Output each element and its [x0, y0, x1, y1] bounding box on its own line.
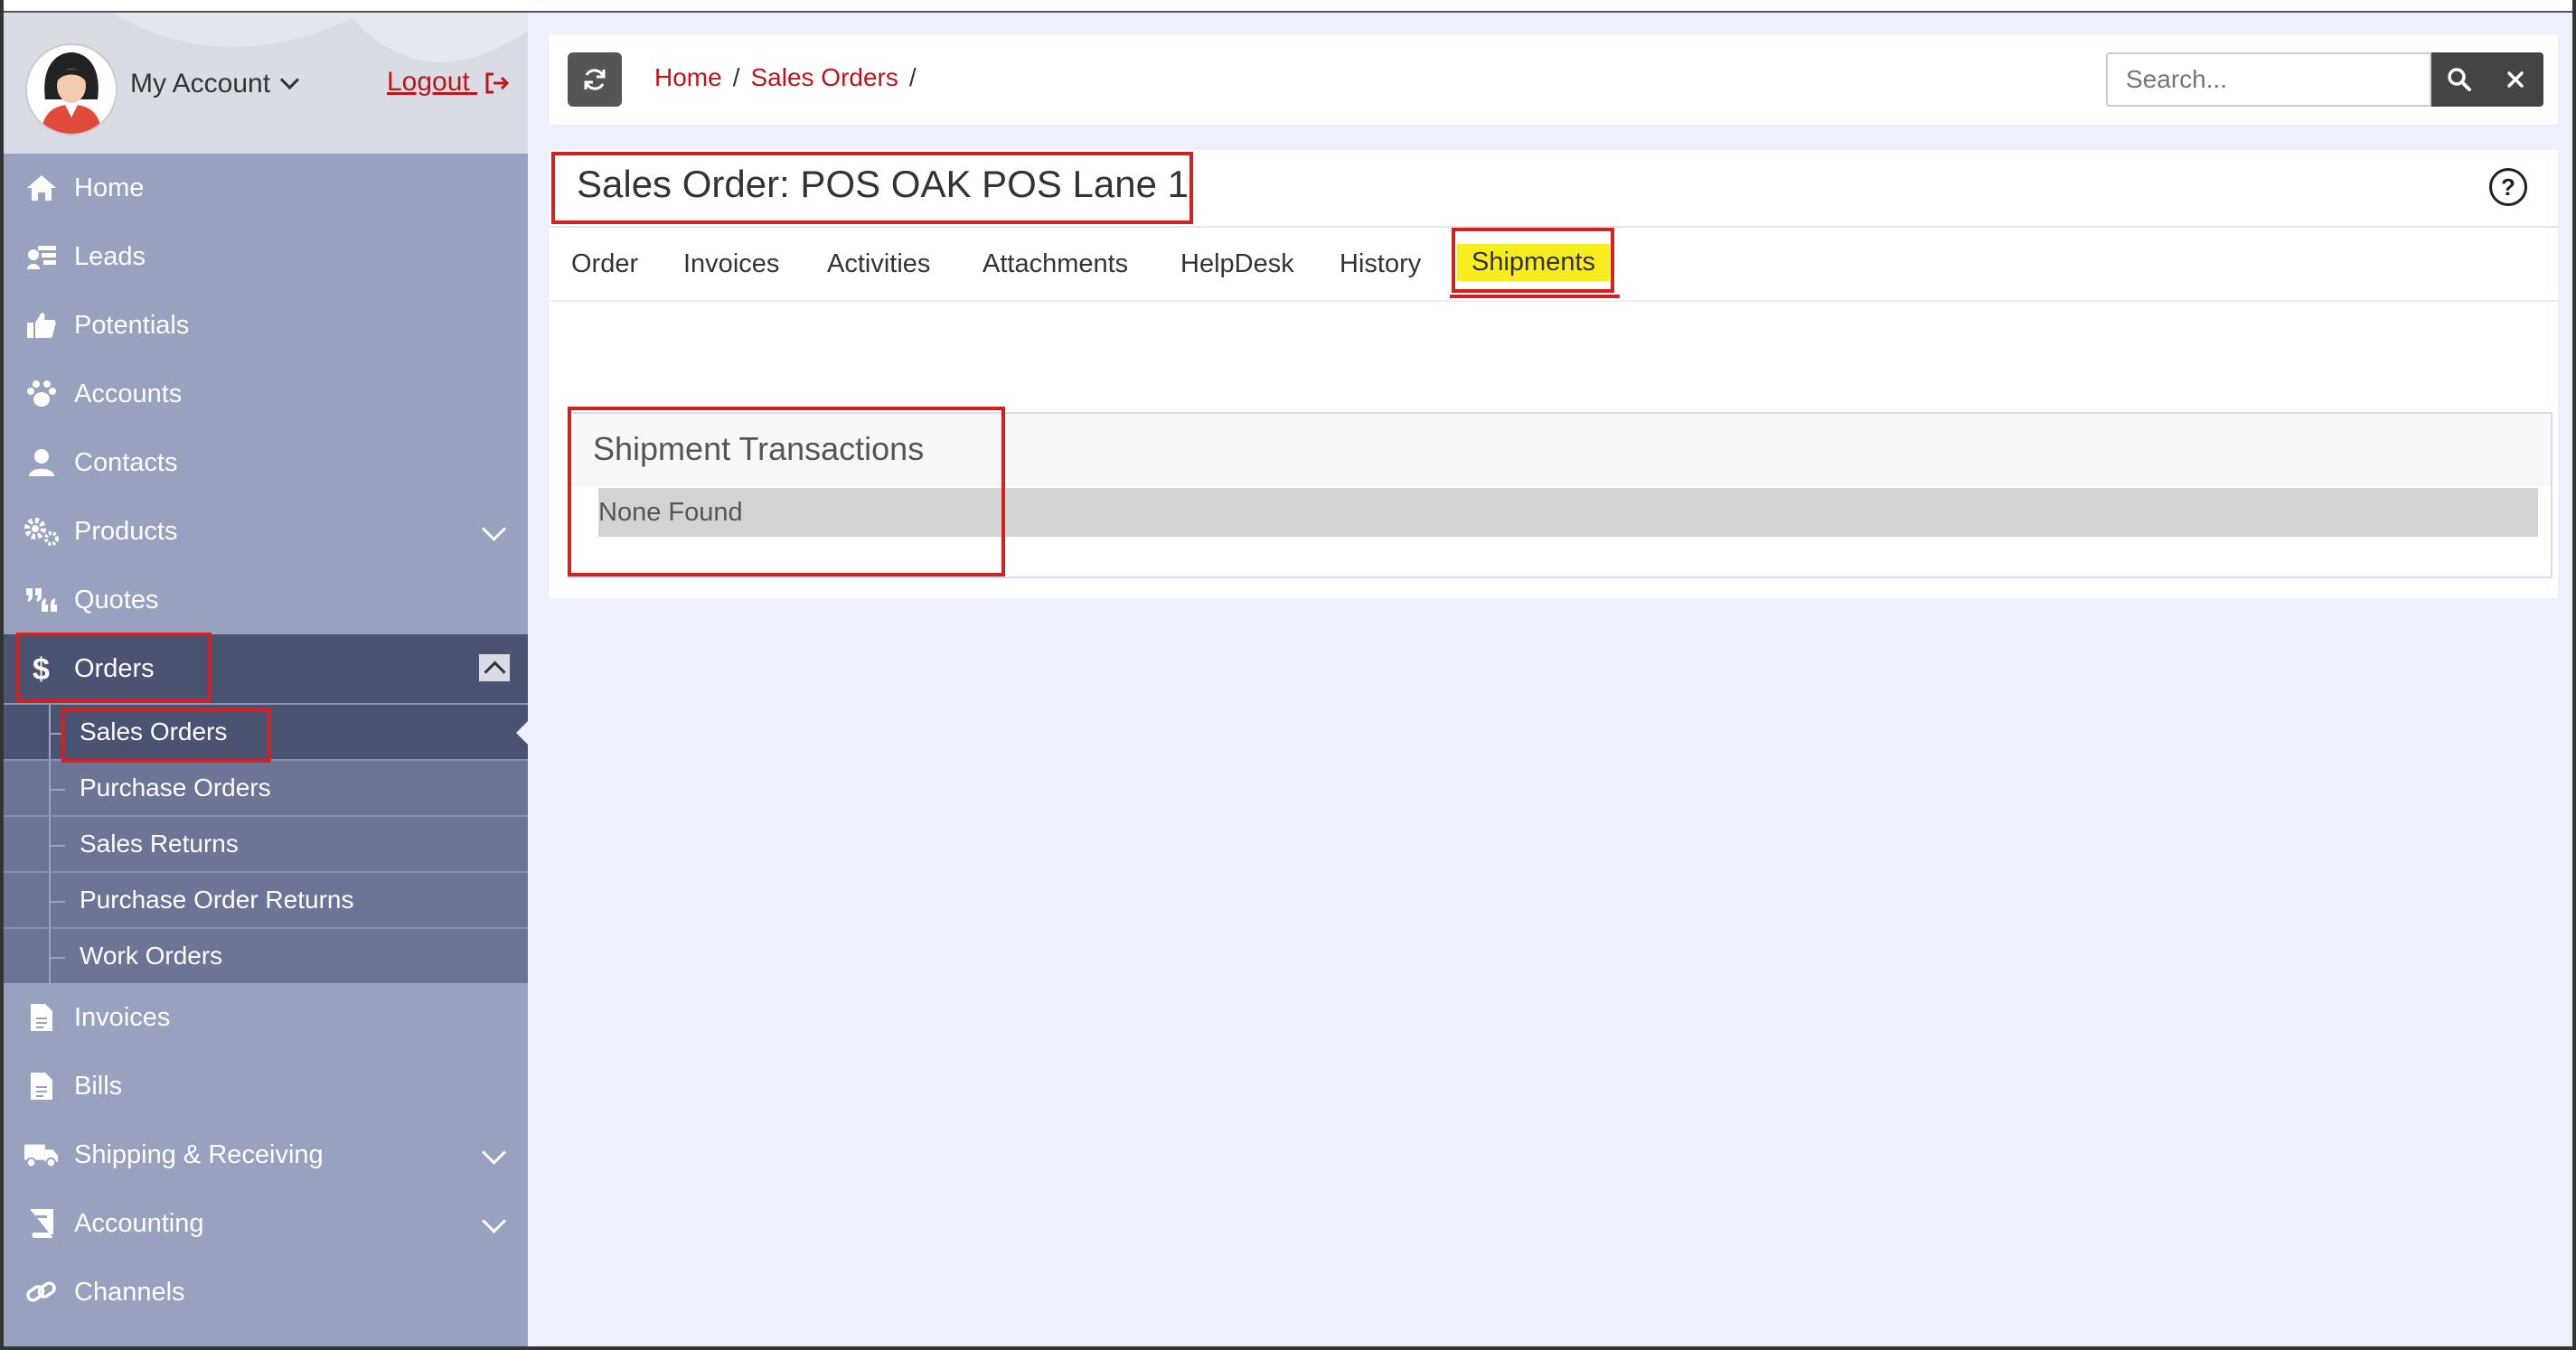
top-bar: Home / Sales Orders /: [550, 34, 2558, 125]
sidebar-item-label: Invoices: [74, 1002, 171, 1032]
sidebar-item-accounts[interactable]: Accounts: [4, 360, 528, 428]
sidebar-subitem-label: Purchase Order Returns: [80, 886, 354, 914]
sidebar-item-bills[interactable]: Bills: [4, 1052, 528, 1120]
paw-icon: [24, 380, 60, 408]
tab-activities[interactable]: Activities: [827, 249, 930, 279]
close-icon: [2507, 71, 2524, 88]
sidebar-item-invoices[interactable]: Invoices: [4, 983, 528, 1052]
sidebar-item-contacts[interactable]: Contacts: [4, 428, 528, 497]
logout-icon: [485, 72, 510, 94]
thumbs-up-icon: [24, 311, 60, 340]
active-tab-underline: [1450, 295, 1620, 298]
highlight-sales-orders: [61, 708, 271, 763]
tab-history[interactable]: History: [1340, 249, 1421, 279]
breadcrumb: Home / Sales Orders /: [654, 63, 917, 91]
sidebar-subitem-purchase-orders[interactable]: Purchase Orders: [4, 759, 528, 815]
tabs-divider: [550, 300, 2558, 302]
sidebar-item-channels[interactable]: Channels: [4, 1258, 528, 1327]
truck-icon: [24, 1140, 60, 1169]
user-icon: [24, 448, 60, 477]
sidebar-subitem-label: Sales Returns: [80, 830, 239, 858]
gears-icon: [24, 517, 60, 546]
avatar[interactable]: [25, 43, 118, 136]
sidebar-subitem-purchase-order-returns[interactable]: Purchase Order Returns: [4, 871, 528, 927]
sidebar-nav: Home Leads Potentials Accounts Contacts …: [4, 154, 528, 703]
sidebar-item-label: Bills: [74, 1071, 123, 1101]
sidebar-subitem-work-orders[interactable]: Work Orders: [4, 927, 528, 983]
breadcrumb-home[interactable]: Home: [654, 63, 722, 91]
account-header: My Account Logout: [4, 13, 528, 154]
refresh-button[interactable]: [568, 52, 622, 107]
sidebar-item-label: Quotes: [74, 585, 159, 614]
tab-helpdesk[interactable]: HelpDesk: [1180, 249, 1294, 279]
tab-invoices[interactable]: Invoices: [683, 249, 779, 279]
sidebar-item-products[interactable]: Products: [4, 497, 528, 566]
book-icon: [24, 1208, 60, 1239]
home-icon: [24, 173, 60, 202]
sidebar-item-shipping-receiving[interactable]: Shipping & Receiving: [4, 1120, 528, 1189]
highlight-shipments-tab: [1452, 228, 1614, 293]
search-button[interactable]: [2431, 52, 2487, 107]
sidebar-item-label: Contacts: [74, 447, 178, 477]
sidebar-subitem-label: Work Orders: [80, 942, 223, 970]
chevron-down-icon: [482, 517, 506, 541]
sidebar-nav-lower: Invoices Bills Shipping & Receiving Acco…: [4, 983, 528, 1327]
highlight-orders: [16, 633, 212, 703]
tab-order[interactable]: Order: [571, 249, 638, 279]
chevron-up-icon[interactable]: [479, 654, 510, 683]
my-account-menu[interactable]: My Account: [130, 69, 300, 99]
sidebar-item-label: Products: [74, 516, 178, 546]
sidebar-item-label: Accounts: [74, 379, 183, 408]
sidebar-item-label: Channels: [74, 1277, 185, 1307]
logout-label: Logout: [387, 67, 470, 97]
quote-icon: [24, 585, 60, 615]
link-icon: [24, 1278, 60, 1307]
document-icon: [24, 1071, 60, 1102]
window-left-edge: [0, 0, 4, 1350]
refresh-icon: [584, 69, 606, 90]
sidebar-item-accounting[interactable]: Accounting: [4, 1189, 528, 1258]
sidebar-item-label: Accounting: [74, 1208, 204, 1238]
leads-icon: [24, 242, 60, 271]
sidebar-item-home[interactable]: Home: [4, 154, 528, 222]
my-account-label: My Account: [130, 69, 271, 98]
sidebar-item-label: Potentials: [74, 310, 190, 340]
sidebar-item-quotes[interactable]: Quotes: [4, 566, 528, 634]
chevron-down-icon: [279, 70, 300, 90]
window-bottom-edge: [0, 1346, 2576, 1350]
sidebar-item-label: Leads: [74, 241, 146, 271]
help-icon[interactable]: ?: [2489, 168, 2527, 206]
document-icon: [24, 1002, 60, 1033]
sidebar-subitem-label: Purchase Orders: [80, 773, 271, 802]
sidebar-item-label: Home: [74, 173, 145, 202]
logout-link[interactable]: Logout: [387, 67, 510, 98]
highlight-shipment-panel: [568, 407, 1005, 577]
tab-attachments[interactable]: Attachments: [982, 249, 1128, 279]
sidebar-item-leads[interactable]: Leads: [4, 222, 528, 291]
sidebar-item-label: Shipping & Receiving: [74, 1139, 324, 1169]
chevron-down-icon: [482, 1140, 506, 1165]
sidebar-subitem-sales-returns[interactable]: Sales Returns: [4, 815, 528, 871]
window-right-edge: [2572, 0, 2576, 1350]
clear-search-button[interactable]: [2487, 52, 2543, 107]
search-input[interactable]: [2106, 52, 2431, 107]
breadcrumb-sales-orders[interactable]: Sales Orders: [750, 63, 898, 91]
highlight-page-title: [551, 152, 1193, 224]
window-top-edge: [0, 0, 2576, 13]
search-icon: [2448, 68, 2471, 91]
active-pointer: [516, 721, 528, 745]
sidebar-item-potentials[interactable]: Potentials: [4, 291, 528, 360]
chevron-down-icon: [482, 1209, 506, 1233]
